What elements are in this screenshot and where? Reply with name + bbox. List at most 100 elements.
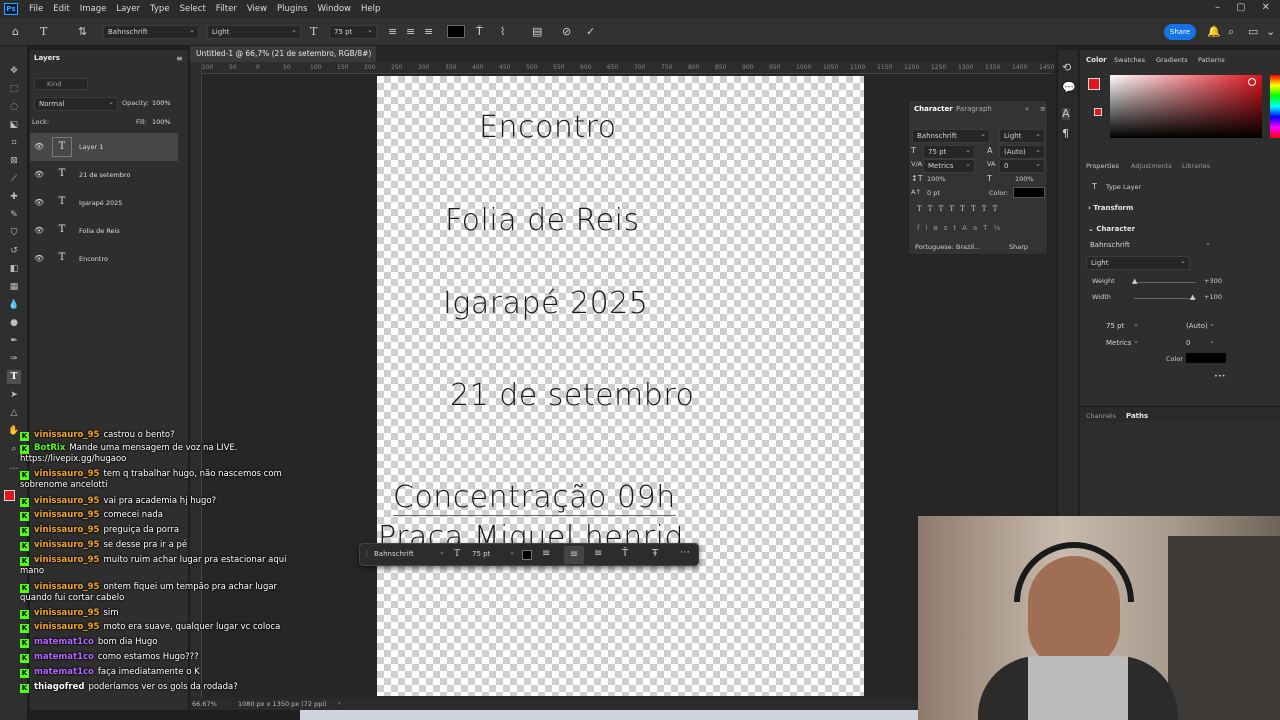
chevron-right-icon[interactable]: › <box>338 699 341 707</box>
eraser-tool-icon[interactable]: ◧ <box>7 262 21 276</box>
gradients-tab[interactable]: Gradients <box>1156 56 1188 64</box>
prop-kerning-select[interactable]: Metrics <box>1102 335 1142 351</box>
paragraph-tab[interactable]: Paragraph <box>956 105 992 113</box>
share-button[interactable]: Share <box>1164 24 1196 40</box>
gradient-tool-icon[interactable]: ▦ <box>7 280 21 294</box>
libraries-tab[interactable]: Libraries <box>1182 162 1210 170</box>
home-icon[interactable]: ⌂ <box>12 26 19 38</box>
marquee-tool-icon[interactable]: ⬚ <box>7 82 21 96</box>
weight-slider-track[interactable] <box>1134 282 1196 283</box>
color-tab[interactable]: Color <box>1086 56 1107 64</box>
align-center-icon[interactable]: ≡ <box>406 26 415 38</box>
ctx-more-icon[interactable]: ⋯ <box>680 547 690 558</box>
chevron-down-icon[interactable]: ⌄ <box>1266 26 1275 38</box>
char-style-select[interactable]: Light <box>999 128 1045 143</box>
width-slider-track[interactable] <box>1134 298 1196 299</box>
bg-color-chip[interactable] <box>1094 108 1102 116</box>
menu-type[interactable]: Type <box>145 4 175 14</box>
opentype-icons[interactable]: fiøstAaT½ <box>917 224 1041 232</box>
frame-tool-icon[interactable]: ⊠ <box>7 154 21 168</box>
healing-tool-icon[interactable]: ✚ <box>7 190 21 204</box>
pen-tool-2-icon[interactable]: ✑ <box>7 352 21 366</box>
workspace-icon[interactable]: ▭ <box>1248 26 1258 38</box>
faux-style-icons[interactable]: TTTTTTTT <box>917 205 1041 213</box>
ctx-align-left-icon[interactable]: ≡ <box>542 548 550 559</box>
prop-font-select[interactable]: Bahnschrift <box>1086 237 1214 253</box>
menu-filter[interactable]: Filter <box>211 4 242 14</box>
ctx-transform-icon[interactable]: Ŧ <box>652 548 658 559</box>
text-encontro[interactable]: Encontro <box>479 110 617 145</box>
visibility-eye-icon[interactable]: 👁 <box>34 226 44 235</box>
zoom-level[interactable]: 66.67% <box>192 700 217 708</box>
width-slider-thumb-icon[interactable]: ▲ <box>1190 293 1195 301</box>
ctx-color-swatch[interactable] <box>522 550 532 560</box>
weight-slider-thumb-icon[interactable]: ▲ <box>1132 277 1137 285</box>
char-kerning-select[interactable]: Metrics <box>923 158 975 173</box>
char-font-select[interactable]: Bahnschrift <box>912 128 990 143</box>
type-tool-icon[interactable]: T <box>40 26 47 38</box>
ctx-align-right-icon[interactable]: ≡ <box>594 548 602 559</box>
history-brush-icon[interactable]: ↺ <box>7 244 21 258</box>
layer-row[interactable]: 👁 T Folia de Reis <box>30 217 178 245</box>
ctx-font-select[interactable]: Bahnschrift <box>370 546 448 562</box>
char-color-swatch[interactable] <box>1013 187 1045 198</box>
notifications-icon[interactable]: 🔔 <box>1207 26 1221 38</box>
panel-menu-icon[interactable]: ≡ <box>1040 105 1046 113</box>
char-vscale[interactable]: 100% <box>927 175 946 183</box>
dodge-tool-icon[interactable]: ● <box>7 316 21 330</box>
document-tab[interactable]: Untitled-1 @ 66,7% (21 de setembro, RGB/… <box>190 46 376 74</box>
char-hscale[interactable]: 100% <box>1015 175 1034 183</box>
fill-value[interactable]: 100% <box>152 118 171 126</box>
cancel-icon[interactable]: ⊘ <box>562 26 571 38</box>
char-size-select[interactable]: 75 pt <box>923 144 975 159</box>
text-igarape-2025[interactable]: Igarapé 2025 <box>443 286 648 321</box>
lasso-tool-icon[interactable]: ◌ <box>7 100 21 114</box>
font-style-select[interactable]: Light <box>207 24 301 39</box>
swatches-tab[interactable]: Swatches <box>1114 56 1145 64</box>
layer-row[interactable]: 👁 T Encontro <box>30 245 178 273</box>
path-select-tool-icon[interactable]: ➤ <box>7 388 21 402</box>
prop-leading-select[interactable]: (Auto) <box>1182 318 1218 334</box>
panel-menu-icon[interactable]: ≡ <box>176 54 183 63</box>
fg-color-preview[interactable] <box>1088 78 1100 90</box>
stamp-tool-icon[interactable]: ⛉ <box>7 226 21 240</box>
minimize-icon[interactable]: – <box>1215 2 1220 13</box>
font-family-select[interactable]: Bahnschrift <box>103 24 199 39</box>
menu-file[interactable]: File <box>24 4 48 14</box>
visibility-eye-icon[interactable]: 👁 <box>34 198 44 207</box>
more-options-icon[interactable]: ••• <box>1214 372 1226 380</box>
layer-row[interactable]: 👁 T Igarapé 2025 <box>30 189 178 217</box>
menu-plugins[interactable]: Plugins <box>272 4 312 14</box>
layer-filter-kind[interactable]: Kind <box>34 78 88 90</box>
char-tracking-select[interactable]: 0 <box>999 158 1045 173</box>
close-icon[interactable]: ✕ <box>1262 2 1270 13</box>
menu-layer[interactable]: Layer <box>111 4 145 14</box>
align-left-icon[interactable]: ≡ <box>388 26 397 38</box>
char-leading-select[interactable]: (Auto) <box>999 144 1045 159</box>
search-icon[interactable]: ⌕ <box>1228 26 1234 38</box>
color-picker-field[interactable] <box>1110 75 1262 138</box>
menu-select[interactable]: Select <box>175 4 211 14</box>
maximize-icon[interactable]: ▢ <box>1236 2 1245 13</box>
prop-style-select[interactable]: Light <box>1086 255 1190 270</box>
blur-tool-icon[interactable]: 💧 <box>7 298 21 312</box>
menu-image[interactable]: Image <box>75 4 112 14</box>
properties-tab[interactable]: Properties <box>1086 162 1119 170</box>
move-tool-icon[interactable]: ✥ <box>7 64 21 78</box>
canvas[interactable]: Encontro Folia de Reis Igarapé 2025 21 d… <box>377 76 864 696</box>
text-concentracao[interactable]: Concentração 09h <box>393 480 676 516</box>
menu-window[interactable]: Window <box>312 4 356 14</box>
character-section[interactable]: ⌄ Character <box>1088 225 1135 233</box>
prop-size-select[interactable]: 75 pt <box>1102 318 1142 334</box>
pen-tool-icon[interactable]: ✒ <box>7 334 21 348</box>
paths-tab[interactable]: Paths <box>1126 412 1148 420</box>
hue-slider[interactable] <box>1270 75 1280 138</box>
color-picker-cursor[interactable] <box>1248 78 1256 86</box>
history-icon[interactable]: ⟲ <box>1062 62 1071 74</box>
align-right-icon[interactable]: ≡ <box>424 26 433 38</box>
patterns-tab[interactable]: Patterns <box>1198 56 1225 64</box>
visibility-eye-icon[interactable]: 👁 <box>34 254 44 263</box>
comments-icon[interactable]: 💬 <box>1062 82 1076 94</box>
menu-view[interactable]: View <box>242 4 272 14</box>
warp-text-icon[interactable]: Ť <box>476 26 483 38</box>
